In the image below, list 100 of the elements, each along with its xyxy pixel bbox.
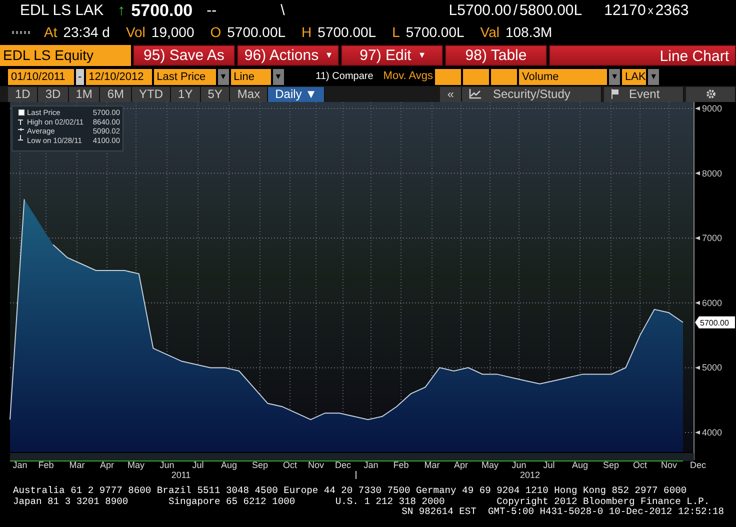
month-label: Dec (335, 460, 351, 470)
period-tab[interactable]: 1D (8, 86, 38, 102)
bid-size: 12170 (604, 0, 646, 21)
period-tab[interactable]: 1M (68, 86, 100, 102)
month-label: Jul (192, 460, 204, 470)
month-label: Sep (252, 460, 268, 470)
period-tab[interactable]: 5Y (200, 86, 230, 102)
input-field[interactable] (463, 68, 490, 84)
month-label: Dec (690, 460, 706, 470)
month-label: Oct (633, 460, 647, 470)
month-label: Nov (308, 460, 324, 470)
change-text: -- (206, 0, 217, 21)
menu-button[interactable]: 98) Table (445, 45, 547, 66)
tick-mark: \ (280, 0, 285, 21)
year-label: 2012 (520, 470, 540, 480)
y-tick-mark (695, 236, 700, 240)
last-price: 5700.00 (131, 0, 193, 22)
month-label: Aug (221, 460, 237, 470)
caret-icon: ▾ (326, 46, 332, 64)
stat-label: H (302, 23, 312, 42)
month-label: Jun (512, 460, 526, 470)
y-axis-label: 8000 (702, 168, 722, 178)
stat-value: 5700.00L (406, 23, 464, 42)
month-label: May (482, 460, 498, 470)
period-tab[interactable]: YTD (132, 86, 172, 102)
footer-text: Australia 61 2 9777 8600 Brazil 5511 3048 4500 Europe 44 20 7330 7500 Germany 49 69 9204 1210 Hong Kong 852 2977 6000 (13, 486, 688, 496)
stat-label: At (44, 23, 58, 42)
view-title: Line Chart (549, 45, 736, 66)
ask-price: 5800.00L (520, 0, 582, 21)
y-tick-mark (695, 106, 700, 110)
y-axis-label: 7000 (702, 233, 722, 244)
slash-text: / (513, 0, 518, 21)
month-label: Aug (572, 460, 588, 470)
field-dropdown[interactable]: Last Price (154, 68, 216, 84)
stat-value: 5700.00L (227, 23, 286, 42)
menu-button[interactable]: 97) Edit ▾ (341, 45, 443, 66)
study-dropdown[interactable]: Volume (519, 68, 608, 84)
month-label: Sep (603, 460, 619, 470)
legend-marker-icon (18, 128, 24, 132)
month-label: Apr (454, 460, 468, 470)
event-button[interactable]: Event (604, 86, 684, 102)
month-label: Nov (661, 460, 677, 470)
month-label: Jan (12, 460, 28, 470)
footer-text: Japan 81 3 3201 8900 Singapore 65 6212 1000 U.S. 1 212 318 2000 Copyright 2012 Bloomberg Finance L.P. (13, 496, 711, 507)
stat-value: 5700.00L (318, 23, 376, 42)
month-label: Apr (100, 460, 114, 470)
chart-icon (469, 89, 481, 99)
y-axis-label: 4000 (702, 428, 722, 438)
y-axis-label: 6000 (702, 298, 722, 308)
period-tab[interactable]: 1Y (171, 86, 201, 102)
month-label: Jan (364, 460, 378, 470)
compare-button[interactable]: 11) Compare (316, 69, 374, 84)
month-label: Mar (424, 460, 440, 470)
period-tab[interactable]: 6M (100, 86, 132, 102)
collapse-button[interactable]: « (440, 86, 462, 102)
status-dots-icon (12, 31, 32, 34)
period-tab[interactable]: Daily ▼ (268, 86, 326, 102)
caret-icon: ▾ (419, 46, 424, 64)
month-label: Jun (160, 460, 174, 470)
month-label: Oct (283, 460, 297, 470)
date-field[interactable]: 01/10/2011 (8, 68, 74, 84)
currency-dropdown[interactable]: LAK (622, 68, 646, 84)
month-label: Feb (38, 460, 54, 470)
footer-text: SN 982614 EST GMT-5:00 H431-5028-0 10-Dec-2012 12:52:18 (400, 507, 725, 518)
last-price-tag: 5700.00 (695, 316, 735, 328)
stat-label: Val (480, 23, 500, 42)
legend-marker-icon (18, 120, 24, 126)
ask-size: 2363 (655, 0, 689, 21)
style-dropdown[interactable]: Line (230, 68, 271, 84)
stat-label: L (392, 23, 400, 42)
settings-button[interactable] (686, 86, 736, 102)
y-tick-mark (695, 171, 700, 176)
date-separator: - (76, 68, 84, 84)
date-field[interactable]: 12/10/2012 (86, 68, 152, 84)
period-tab[interactable]: Max (230, 86, 268, 102)
month-label: Feb (393, 460, 409, 470)
year-label: 2011 (171, 470, 191, 480)
y-tick-mark (695, 430, 700, 435)
settings-icon (706, 89, 716, 100)
legend-marker-icon (18, 134, 24, 140)
month-label: Jul (543, 460, 555, 470)
y-axis-label: 9000 (702, 103, 722, 114)
ticker-text: EDL LS LAK (20, 0, 104, 21)
month-label: Mar (69, 460, 85, 470)
security-field[interactable]: EDL LS Equity (0, 45, 131, 66)
month-label: May (128, 460, 144, 470)
input-field[interactable] (435, 68, 462, 84)
legend-marker-icon (18, 110, 24, 116)
menu-button[interactable]: 96) Actions ▾ (237, 45, 339, 66)
y-tick-mark (695, 366, 700, 370)
stat-label: Vol (126, 23, 146, 42)
stat-value: 108.3M (505, 23, 552, 42)
security-study-button[interactable]: Security/Study (462, 86, 602, 102)
input-field[interactable] (491, 68, 518, 84)
period-tab[interactable]: 3D (38, 86, 69, 102)
stat-value: 19,000 (151, 23, 194, 42)
stat-label: O (210, 23, 222, 42)
y-axis-label: 5000 (702, 362, 722, 373)
up-arrow-icon: ↑ (118, 0, 126, 22)
menu-button[interactable]: 95) Save As (133, 45, 235, 66)
